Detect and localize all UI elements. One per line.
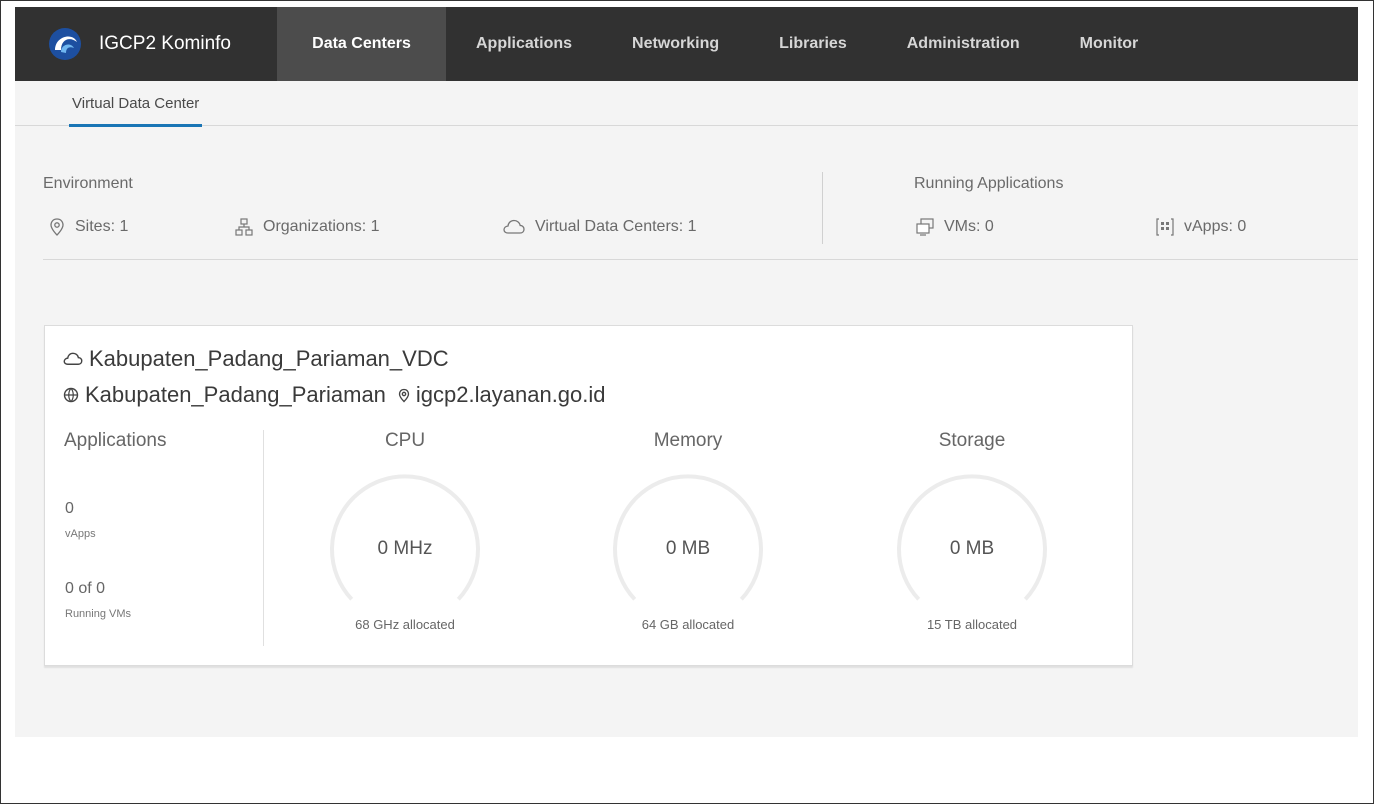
organizations-stat[interactable]: Organizations: 1 <box>235 218 380 236</box>
vdcs-count: Virtual Data Centers: 1 <box>535 218 697 235</box>
vapps-label: vApps <box>65 528 96 540</box>
running-vms-value: 0 of 0 <box>65 580 106 597</box>
vm-icon <box>916 218 934 236</box>
cpu-value: 0 MHz <box>377 538 433 559</box>
vms-count: VMs: 0 <box>944 218 994 235</box>
org-name[interactable]: Kabupaten_Padang_Pariaman <box>85 382 386 408</box>
nav-administration[interactable]: Administration <box>877 7 1050 81</box>
memory-title: Memory <box>653 430 723 451</box>
tab-virtual-data-center[interactable]: Virtual Data Center <box>69 81 203 127</box>
cpu-title: CPU <box>384 430 426 451</box>
pin-icon <box>50 218 64 236</box>
nav-monitor[interactable]: Monitor <box>1050 7 1169 81</box>
sites-stat[interactable]: Sites: 1 <box>49 218 128 236</box>
storage-gauge: Storage 0 MB 15 TB allocated <box>872 430 1072 640</box>
vapps-value: 0 <box>65 500 74 517</box>
running-applications-title: Running Applications <box>914 175 1064 192</box>
environment-title: Environment <box>43 175 133 192</box>
environment-summary: Environment Sites: 1 Organizations: 1 Vi… <box>43 172 1358 260</box>
memory-value: 0 MB <box>665 538 711 559</box>
storage-title: Storage <box>938 430 1006 451</box>
logo-icon <box>49 28 81 60</box>
site-name[interactable]: igcp2.layanan.go.id <box>416 382 606 408</box>
vdc-name-line[interactable]: Kabupaten_Padang_Pariaman_VDC <box>63 346 449 372</box>
sub-nav: Virtual Data Center <box>15 81 1358 127</box>
storage-allocated: 15 TB allocated <box>926 617 1018 632</box>
brand[interactable]: IGCP2 Kominfo <box>15 7 277 81</box>
memory-gauge-arc <box>613 474 763 601</box>
globe-icon <box>63 387 79 403</box>
cpu-allocated: 68 GHz allocated <box>355 617 455 632</box>
app-title: IGCP2 Kominfo <box>99 33 231 54</box>
organizations-count: Organizations: 1 <box>263 218 380 235</box>
applications-title: Applications <box>64 430 167 451</box>
top-nav-bar: IGCP2 Kominfo Data Centers Applications … <box>15 7 1358 81</box>
nav-libraries[interactable]: Libraries <box>749 7 877 81</box>
vdc-card[interactable]: Kabupaten_Padang_Pariaman_VDC Kabupaten_… <box>44 325 1133 666</box>
cpu-gauge: CPU 0 MHz 68 GHz allocated <box>305 430 505 640</box>
nav-data-centers[interactable]: Data Centers <box>277 7 446 81</box>
app-container: IGCP2 Kominfo Data Centers Applications … <box>15 7 1358 737</box>
applications-column: Applications 0 vApps 0 of 0 Running VMs <box>64 430 264 646</box>
vms-stat[interactable]: VMs: 0 <box>916 218 994 236</box>
sites-count: Sites: 1 <box>75 218 129 235</box>
pin-icon <box>398 388 410 402</box>
running-vms-label: Running VMs <box>65 608 132 620</box>
memory-allocated: 64 GB allocated <box>641 617 735 632</box>
cloud-icon <box>503 219 525 234</box>
vapps-count: vApps: 0 <box>1184 218 1247 235</box>
storage-gauge-arc <box>897 474 1047 601</box>
nav-networking[interactable]: Networking <box>602 7 749 81</box>
vapps-stat[interactable]: vApps: 0 <box>1156 218 1246 236</box>
summary-divider <box>822 172 823 244</box>
cpu-gauge-arc <box>330 474 480 601</box>
cloud-icon <box>63 352 83 365</box>
memory-gauge: Memory 0 MB 64 GB allocated <box>588 430 788 640</box>
nav-applications[interactable]: Applications <box>446 7 602 81</box>
org-site-line: Kabupaten_Padang_Pariaman igcp2.layanan.… <box>63 382 606 408</box>
vdcs-stat[interactable]: Virtual Data Centers: 1 <box>503 218 697 236</box>
org-tree-icon <box>235 218 253 236</box>
vdc-name: Kabupaten_Padang_Pariaman_VDC <box>89 346 449 371</box>
storage-value: 0 MB <box>949 538 995 559</box>
vapp-icon <box>1156 218 1174 236</box>
